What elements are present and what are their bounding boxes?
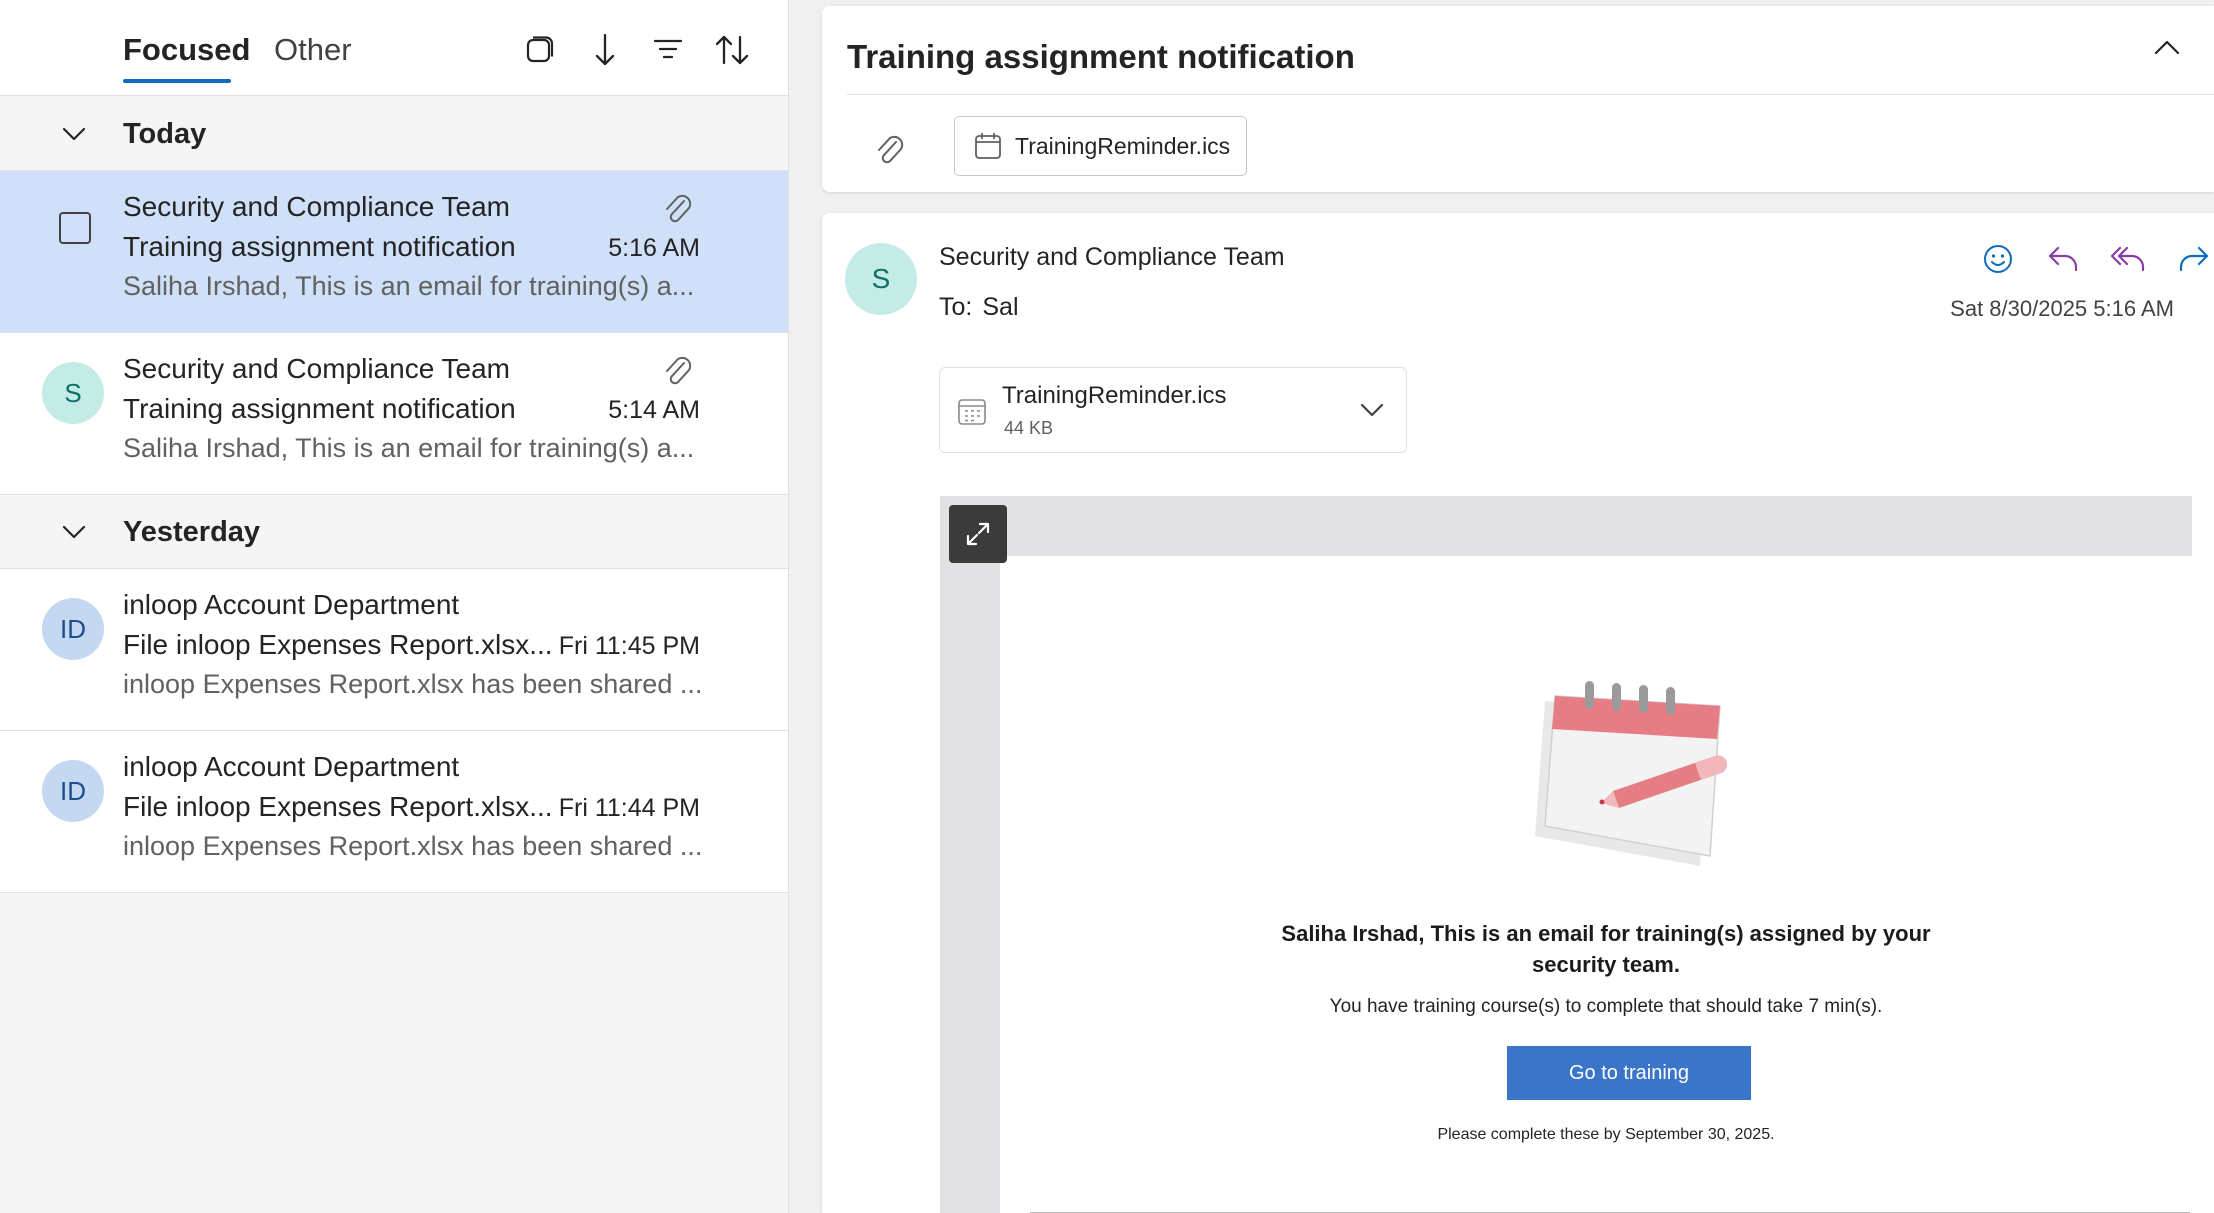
list-header: Focused Other	[0, 0, 788, 96]
attachment-size: 44 KB	[1004, 418, 1054, 438]
filter-icon	[652, 36, 684, 64]
recipient[interactable]: Sal	[982, 293, 1018, 321]
message-preview: inloop Expenses Report.xlsx has been sha…	[123, 669, 703, 699]
chevron-down-icon	[60, 519, 88, 543]
group-label: Yesterday	[123, 516, 261, 548]
divider	[847, 94, 2214, 95]
message-sender: inloop Account Department	[123, 751, 460, 782]
message-sender: Security and Compliance Team	[123, 191, 511, 222]
tab-focused[interactable]: Focused	[123, 32, 250, 68]
select-mode-button[interactable]	[520, 30, 560, 70]
forward-button[interactable]	[2170, 235, 2214, 283]
group-header-yesterday[interactable]: Yesterday	[0, 495, 788, 569]
message-sender: Security and Compliance Team	[123, 353, 511, 384]
message-time: 5:16 AM	[608, 234, 700, 262]
deadline-text: Please complete these by September 30, 2…	[1437, 1126, 1775, 1143]
sort-button[interactable]	[712, 30, 752, 70]
active-tab-indicator	[123, 79, 231, 83]
message-subject: Training assignment notification	[123, 393, 516, 424]
message-preview: Saliha Irshad, This is an email for trai…	[123, 271, 695, 301]
conversation-header: Training assignment notification Trainin…	[822, 6, 2214, 192]
forward-icon	[2177, 244, 2211, 274]
group-header-today[interactable]: Today	[0, 97, 788, 171]
email-headline: Saliha Irshad, This is an email for trai…	[1281, 921, 1931, 977]
recipients-line: To: Sal	[939, 293, 1019, 322]
filter-button[interactable]	[648, 30, 688, 70]
reply-all-icon	[2109, 244, 2147, 274]
email-body: Saliha Irshad, This is an email for trai…	[940, 496, 2192, 1213]
attachment-chip[interactable]: TrainingReminder.ics	[954, 116, 1247, 176]
chevron-down-icon	[60, 121, 88, 145]
sort-icon	[714, 33, 750, 67]
message-card: S Security and Compliance Team To: Sal S…	[822, 213, 2214, 1213]
paperclip-icon	[660, 191, 694, 227]
group-label: Today	[123, 118, 207, 150]
list-item[interactable]: S Security and Compliance Team Training …	[0, 333, 788, 495]
avatar: ID	[42, 760, 104, 822]
calendar-icon	[973, 131, 1003, 161]
avatar: S	[42, 362, 104, 424]
email-left-band	[940, 496, 1000, 1213]
paperclip-icon[interactable]	[872, 132, 906, 168]
select-checkbox[interactable]	[58, 211, 92, 245]
calendar-icon	[956, 395, 988, 427]
sender-name[interactable]: Security and Compliance Team	[939, 243, 1285, 272]
select-mode-icon	[524, 34, 556, 66]
message-subject: File inloop Expenses Report.xlsx...	[123, 629, 553, 660]
calendar-illustration	[1505, 671, 1745, 871]
jump-to-button[interactable]	[583, 30, 623, 70]
chevron-up-icon[interactable]	[2152, 36, 2182, 60]
avatar: ID	[42, 598, 104, 660]
jump-icon	[587, 32, 619, 68]
expand-button[interactable]	[949, 505, 1007, 563]
conversation-subject: Training assignment notification	[847, 38, 1355, 75]
message-subject: File inloop Expenses Report.xlsx...	[123, 791, 553, 822]
to-label: To:	[939, 293, 973, 321]
message-subject: Training assignment notification	[123, 231, 516, 262]
message-sender: inloop Account Department	[123, 589, 460, 620]
expand-icon	[964, 520, 992, 548]
email-top-band	[940, 496, 2192, 556]
message-time: Fri 11:44 PM	[558, 794, 700, 822]
message-time: 5:14 AM	[608, 396, 700, 424]
paperclip-icon	[660, 353, 694, 389]
list-item[interactable]: ID inloop Account Department File inloop…	[0, 569, 788, 731]
attachment-name: TrainingReminder.ics	[1002, 382, 1227, 409]
list-item[interactable]: ID inloop Account Department File inloop…	[0, 731, 788, 893]
emoji-react-button[interactable]	[1974, 235, 2022, 283]
attachment-card[interactable]: TrainingReminder.ics 44 KB	[939, 367, 1407, 453]
reply-icon	[2046, 244, 2080, 274]
message-list-pane: Focused Other Today Security and Complia…	[0, 0, 789, 1213]
attachment-chip-name: TrainingReminder.ics	[1015, 132, 1231, 159]
list-item[interactable]: Security and Compliance Team Training as…	[0, 171, 788, 333]
tab-other[interactable]: Other	[274, 32, 352, 68]
chevron-down-icon[interactable]	[1358, 398, 1386, 420]
sent-date: Sat 8/30/2025 5:16 AM	[1950, 296, 2174, 321]
emoji-icon	[1982, 243, 2014, 275]
avatar[interactable]: S	[845, 243, 917, 315]
reply-button[interactable]	[2039, 235, 2087, 283]
email-body-text: You have training course(s) to complete …	[1329, 996, 1883, 1017]
message-preview: inloop Expenses Report.xlsx has been sha…	[123, 831, 703, 861]
go-to-training-button[interactable]: Go to training	[1507, 1046, 1751, 1100]
message-preview: Saliha Irshad, This is an email for trai…	[123, 433, 695, 463]
reply-all-button[interactable]	[2104, 235, 2152, 283]
message-time: Fri 11:45 PM	[558, 632, 700, 660]
